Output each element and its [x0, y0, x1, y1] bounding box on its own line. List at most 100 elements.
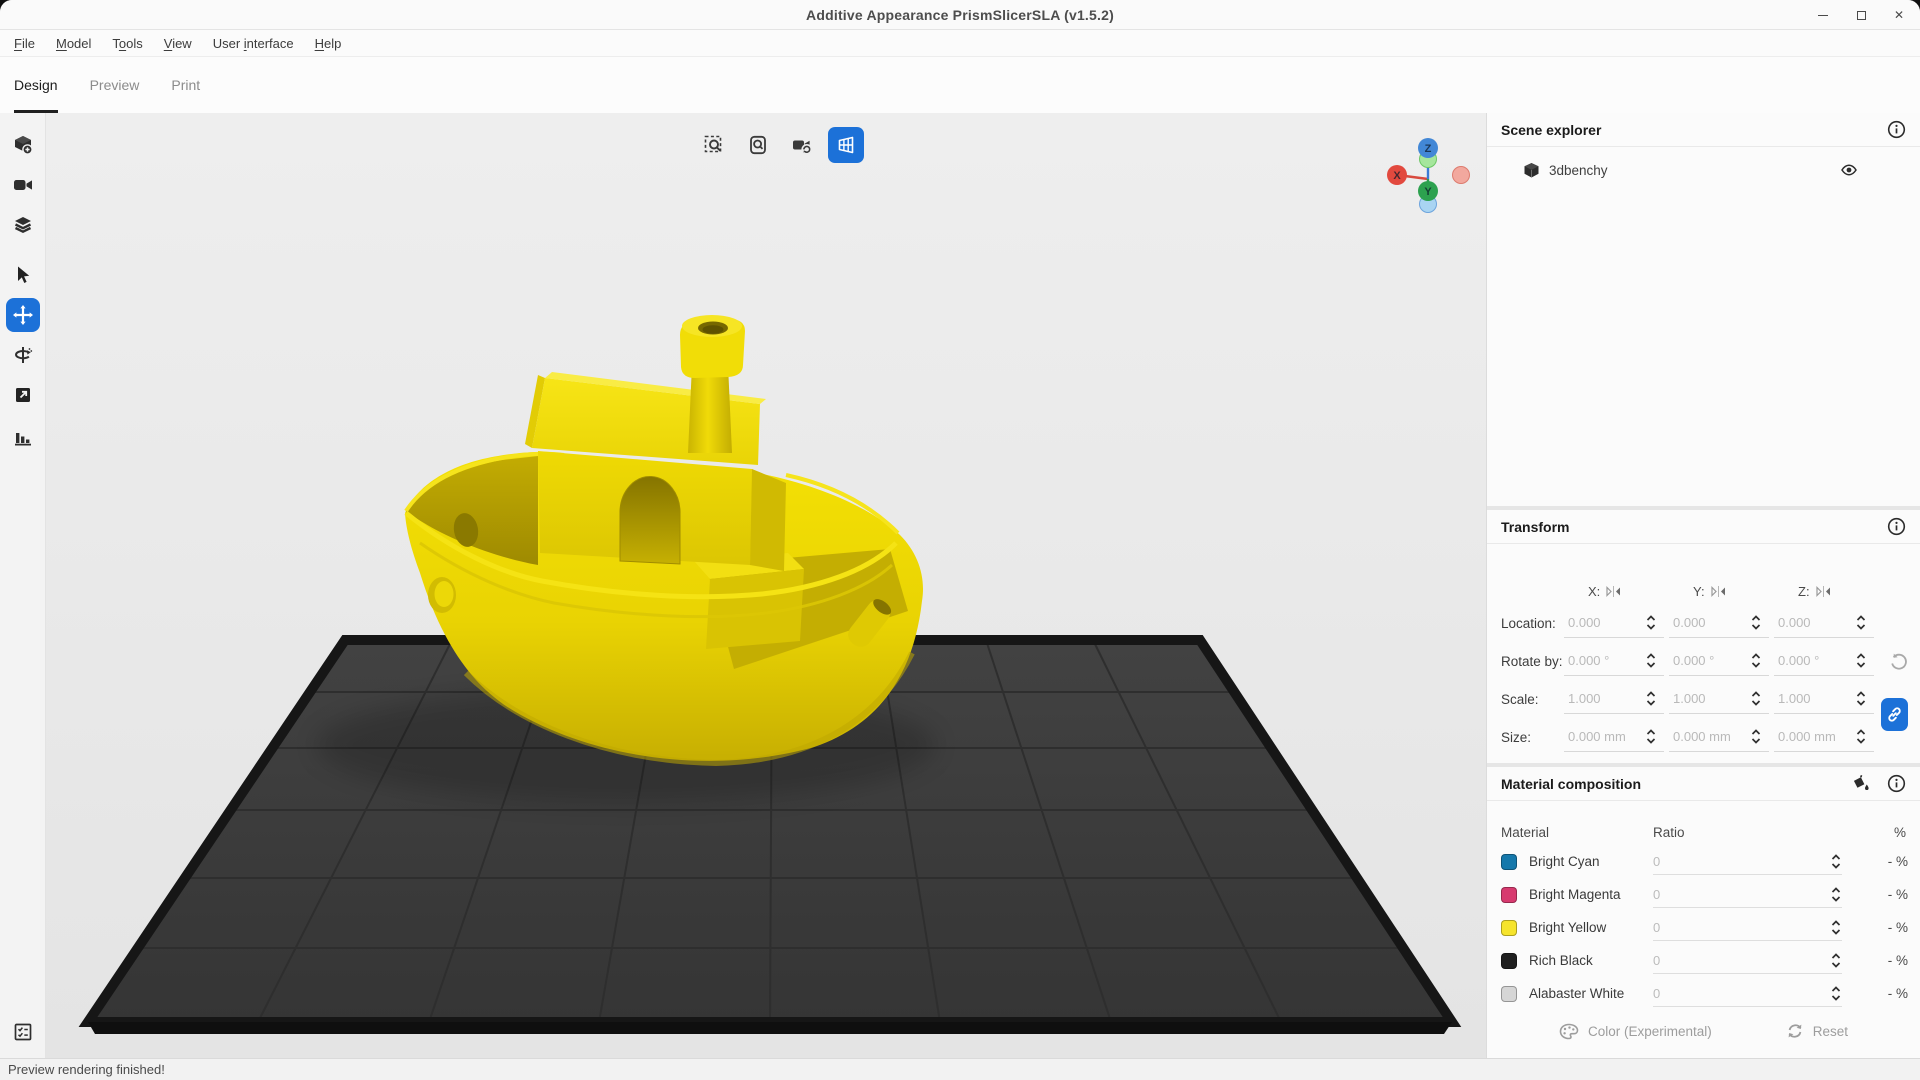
status-bar: Preview rendering finished!	[0, 1058, 1920, 1080]
paint-bucket-icon[interactable]	[1850, 774, 1871, 793]
minimize-button[interactable]	[1816, 8, 1830, 22]
bright-cyan-stepper[interactable]	[1829, 854, 1842, 869]
bright-magenta-stepper[interactable]	[1829, 887, 1842, 902]
mirror-z-icon[interactable]	[1815, 585, 1832, 598]
maximize-button[interactable]	[1854, 8, 1868, 22]
location-y-input[interactable]	[1669, 615, 1749, 630]
zoom-to-fit-button[interactable]	[740, 127, 776, 163]
rotate-x-input[interactable]	[1564, 653, 1644, 668]
zoom-to-region-button[interactable]	[696, 127, 732, 163]
visibility-toggle[interactable]	[1840, 161, 1858, 179]
scale-x-stepper[interactable]	[1644, 691, 1658, 706]
mirror-y-icon[interactable]	[1710, 585, 1727, 598]
info-icon[interactable]	[1887, 120, 1906, 139]
scale-tool-button[interactable]	[6, 378, 40, 412]
orientation-gizmo[interactable]: Z X Y	[1351, 127, 1486, 237]
link-icon	[1886, 706, 1903, 723]
gizmo-x-handle[interactable]: X	[1387, 165, 1407, 185]
statistics-tool-button[interactable]	[6, 421, 40, 455]
bright-magenta-swatch	[1501, 887, 1517, 903]
bright-yellow-ratio-input[interactable]	[1653, 920, 1829, 935]
tab-preview[interactable]: Preview	[90, 57, 140, 113]
alabaster-white-stepper[interactable]	[1829, 986, 1842, 1001]
rotate-z-input[interactable]	[1774, 653, 1854, 668]
material-reset-button[interactable]: Reset	[1786, 1022, 1848, 1040]
mirror-x-icon[interactable]	[1605, 585, 1622, 598]
material-composition-section: Material composition Material Ratio % Br…	[1487, 763, 1920, 1058]
move-tool-button[interactable]	[6, 298, 40, 332]
scene-item-3dbenchy[interactable]: 3dbenchy	[1487, 153, 1920, 187]
rich-black-stepper[interactable]	[1829, 953, 1842, 968]
location-z-input[interactable]	[1774, 615, 1854, 630]
rich-black-ratio-input[interactable]	[1653, 953, 1829, 968]
scale-x-input[interactable]	[1564, 691, 1644, 706]
rotate-z-stepper[interactable]	[1854, 653, 1868, 668]
material-row-bright-magenta: Bright Magenta - %	[1487, 878, 1920, 911]
info-icon[interactable]	[1887, 774, 1906, 793]
status-message: Preview rendering finished!	[8, 1062, 165, 1077]
rotate-y-input[interactable]	[1669, 653, 1749, 668]
gizmo-y-handle[interactable]: Y	[1418, 181, 1438, 201]
menu-user-interface[interactable]: User interface	[213, 36, 294, 51]
size-x-input[interactable]	[1564, 729, 1644, 744]
3d-viewport[interactable]: Z X Y	[46, 113, 1486, 1058]
bright-cyan-ratio-input[interactable]	[1653, 854, 1829, 869]
rotate-x-stepper[interactable]	[1644, 653, 1658, 668]
perspective-view-button[interactable]	[828, 127, 864, 163]
scale-z-input[interactable]	[1774, 691, 1854, 706]
close-button[interactable]: ✕	[1892, 8, 1906, 22]
color-experimental-button[interactable]: Color (Experimental)	[1559, 1023, 1712, 1040]
rotate-tool-button[interactable]	[6, 338, 40, 372]
tab-design[interactable]: Design	[14, 57, 58, 113]
rotate-y-stepper[interactable]	[1749, 653, 1763, 668]
camera-tool-button[interactable]	[6, 168, 40, 202]
size-z-stepper[interactable]	[1854, 729, 1868, 744]
move-icon	[12, 304, 34, 326]
camera-icon	[12, 174, 34, 196]
material-table-header: Material Ratio %	[1487, 819, 1920, 845]
rotate-reset-button[interactable]	[1889, 652, 1908, 671]
right-panel: Scene explorer 3dbenchy Transform	[1486, 113, 1920, 1058]
location-x-input[interactable]	[1564, 615, 1644, 630]
size-y-stepper[interactable]	[1749, 729, 1763, 744]
location-x-stepper[interactable]	[1644, 615, 1658, 630]
window-title: Additive Appearance PrismSlicerSLA (v1.5…	[806, 7, 1114, 23]
menu-file[interactable]: File	[14, 36, 35, 51]
mode-tabbar: Design Preview Print	[0, 57, 1920, 113]
location-z-stepper[interactable]	[1854, 615, 1868, 630]
gizmo-z-handle[interactable]: Z	[1418, 138, 1438, 158]
transform-axis-header: X: Y: Z:	[1487, 578, 1920, 604]
bright-yellow-stepper[interactable]	[1829, 920, 1842, 935]
tab-print[interactable]: Print	[171, 57, 200, 113]
perspective-grid-icon	[835, 134, 857, 156]
scale-z-stepper[interactable]	[1854, 691, 1868, 706]
size-label: Size:	[1501, 730, 1564, 745]
location-y-stepper[interactable]	[1749, 615, 1763, 630]
layers-tool-button[interactable]	[6, 208, 40, 242]
bright-magenta-ratio-input[interactable]	[1653, 887, 1829, 902]
gizmo-neg-x-handle[interactable]	[1453, 167, 1470, 184]
scale-y-stepper[interactable]	[1749, 691, 1763, 706]
refresh-icon	[1786, 1022, 1804, 1040]
menu-view[interactable]: View	[164, 36, 192, 51]
log-panel-button[interactable]	[6, 1015, 40, 1049]
menu-help[interactable]: Help	[315, 36, 342, 51]
alabaster-white-ratio-input[interactable]	[1653, 986, 1829, 1001]
svg-text:Y: Y	[1424, 186, 1432, 198]
menu-tools[interactable]: Tools	[112, 36, 142, 51]
3d-scene-canvas[interactable]	[46, 113, 1486, 1058]
add-model-button[interactable]	[6, 128, 40, 162]
size-y-input[interactable]	[1669, 729, 1749, 744]
menu-model[interactable]: Model	[56, 36, 91, 51]
transform-section: Transform X: Y: Z: Location:	[1487, 506, 1920, 763]
size-z-input[interactable]	[1774, 729, 1854, 744]
size-x-stepper[interactable]	[1644, 729, 1658, 744]
svg-text:Z: Z	[1425, 143, 1432, 155]
select-tool-button[interactable]	[6, 258, 40, 292]
info-icon[interactable]	[1887, 517, 1906, 536]
eye-icon	[1840, 161, 1858, 179]
scale-y-input[interactable]	[1669, 691, 1749, 706]
uniform-scale-link-button[interactable]	[1881, 698, 1908, 731]
scene-explorer-title: Scene explorer	[1501, 122, 1601, 138]
render-camera-button[interactable]	[784, 127, 820, 163]
